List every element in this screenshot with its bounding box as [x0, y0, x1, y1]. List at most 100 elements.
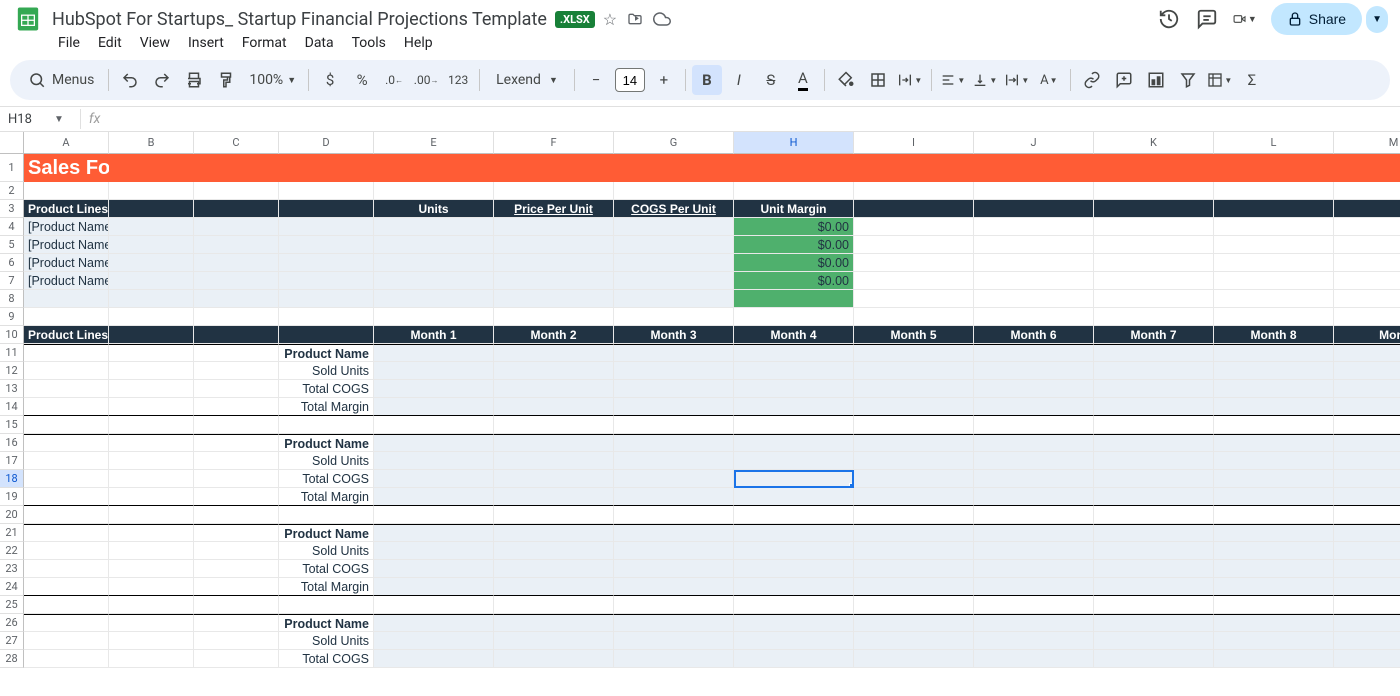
- cell-I27[interactable]: [854, 632, 974, 650]
- cell-E24[interactable]: [374, 578, 494, 596]
- filter-views-button[interactable]: ▼: [1205, 65, 1235, 95]
- cell-D15[interactable]: [279, 416, 374, 434]
- cell-B25[interactable]: [109, 596, 194, 614]
- cell-G3[interactable]: COGS Per Unit: [614, 200, 734, 218]
- cell-E8[interactable]: [374, 290, 494, 308]
- cell-M11[interactable]: [1334, 344, 1400, 362]
- cell-D20[interactable]: [279, 506, 374, 524]
- cell-D1[interactable]: [279, 154, 374, 182]
- cell-E25[interactable]: [374, 596, 494, 614]
- rotate-button[interactable]: A▼: [1034, 65, 1064, 95]
- cell-L14[interactable]: [1214, 398, 1334, 416]
- cell-C23[interactable]: [194, 560, 279, 578]
- cell-H27[interactable]: [734, 632, 854, 650]
- text-color-button[interactable]: A: [788, 65, 818, 95]
- cell-F16[interactable]: [494, 434, 614, 452]
- cell-C21[interactable]: [194, 524, 279, 542]
- cell-D14[interactable]: Total Margin: [279, 398, 374, 416]
- col-header-D[interactable]: D: [279, 132, 374, 154]
- cell-D27[interactable]: Sold Units: [279, 632, 374, 650]
- cell-I25[interactable]: [854, 596, 974, 614]
- cell-B13[interactable]: [109, 380, 194, 398]
- cell-D19[interactable]: Total Margin: [279, 488, 374, 506]
- cell-B24[interactable]: [109, 578, 194, 596]
- cell-J15[interactable]: [974, 416, 1094, 434]
- cell-H21[interactable]: [734, 524, 854, 542]
- bold-button[interactable]: B: [692, 65, 722, 95]
- cell-I2[interactable]: [854, 182, 974, 200]
- cell-H22[interactable]: [734, 542, 854, 560]
- row-header-16[interactable]: 16: [0, 434, 24, 452]
- cell-D11[interactable]: Product Name: [279, 344, 374, 362]
- cell-C8[interactable]: [194, 290, 279, 308]
- cell-H2[interactable]: [734, 182, 854, 200]
- cell-C18[interactable]: [194, 470, 279, 488]
- cell-A21[interactable]: [24, 524, 109, 542]
- cell-J28[interactable]: [974, 650, 1094, 668]
- row-header-9[interactable]: 9: [0, 308, 24, 326]
- cell-K2[interactable]: [1094, 182, 1214, 200]
- cell-I12[interactable]: [854, 362, 974, 380]
- row-header-24[interactable]: 24: [0, 578, 24, 596]
- cell-E13[interactable]: [374, 380, 494, 398]
- cell-K19[interactable]: [1094, 488, 1214, 506]
- col-header-K[interactable]: K: [1094, 132, 1214, 154]
- row-header-23[interactable]: 23: [0, 560, 24, 578]
- cell-F2[interactable]: [494, 182, 614, 200]
- cell-D17[interactable]: Sold Units: [279, 452, 374, 470]
- comment-icon[interactable]: [1195, 7, 1219, 31]
- cell-G4[interactable]: [614, 218, 734, 236]
- cell-I20[interactable]: [854, 506, 974, 524]
- cell-C26[interactable]: [194, 614, 279, 632]
- cell-B2[interactable]: [109, 182, 194, 200]
- row-header-19[interactable]: 19: [0, 488, 24, 506]
- cell-D13[interactable]: Total COGS: [279, 380, 374, 398]
- cell-H13[interactable]: [734, 380, 854, 398]
- star-icon[interactable]: ☆: [603, 10, 617, 29]
- cell-H1[interactable]: [734, 154, 854, 182]
- col-header-L[interactable]: L: [1214, 132, 1334, 154]
- more-formats-button[interactable]: 123: [443, 65, 473, 95]
- decrease-fontsize-button[interactable]: −: [581, 65, 611, 95]
- row-header-20[interactable]: 20: [0, 506, 24, 524]
- cell-B26[interactable]: [109, 614, 194, 632]
- cell-C22[interactable]: [194, 542, 279, 560]
- cell-J8[interactable]: [974, 290, 1094, 308]
- cell-J26[interactable]: [974, 614, 1094, 632]
- cell-A9[interactable]: [24, 308, 109, 326]
- cell-E10[interactable]: Month 1: [374, 326, 494, 344]
- cell-K20[interactable]: [1094, 506, 1214, 524]
- cell-G8[interactable]: [614, 290, 734, 308]
- cell-G20[interactable]: [614, 506, 734, 524]
- cell-B4[interactable]: [109, 218, 194, 236]
- cell-B20[interactable]: [109, 506, 194, 524]
- cell-K27[interactable]: [1094, 632, 1214, 650]
- doc-title[interactable]: HubSpot For Startups_ Startup Financial …: [52, 9, 547, 30]
- cell-C15[interactable]: [194, 416, 279, 434]
- row-header-27[interactable]: 27: [0, 632, 24, 650]
- row-header-25[interactable]: 25: [0, 596, 24, 614]
- cell-J25[interactable]: [974, 596, 1094, 614]
- cell-B1[interactable]: [109, 154, 194, 182]
- cell-H10[interactable]: Month 4: [734, 326, 854, 344]
- cell-M26[interactable]: [1334, 614, 1400, 632]
- row-header-26[interactable]: 26: [0, 614, 24, 632]
- cell-K11[interactable]: [1094, 344, 1214, 362]
- cell-D21[interactable]: Product Name: [279, 524, 374, 542]
- search-menus[interactable]: Menus: [20, 67, 102, 93]
- cell-I22[interactable]: [854, 542, 974, 560]
- cell-L5[interactable]: [1214, 236, 1334, 254]
- cell-M21[interactable]: [1334, 524, 1400, 542]
- cell-K22[interactable]: [1094, 542, 1214, 560]
- font-select[interactable]: Lexend▼: [486, 68, 568, 92]
- row-header-21[interactable]: 21: [0, 524, 24, 542]
- cell-E14[interactable]: [374, 398, 494, 416]
- cell-M9[interactable]: [1334, 308, 1400, 326]
- cell-K25[interactable]: [1094, 596, 1214, 614]
- cell-H8[interactable]: [734, 290, 854, 308]
- cell-M18[interactable]: [1334, 470, 1400, 488]
- cell-I23[interactable]: [854, 560, 974, 578]
- cell-G24[interactable]: [614, 578, 734, 596]
- paint-format-button[interactable]: [211, 65, 241, 95]
- cell-C12[interactable]: [194, 362, 279, 380]
